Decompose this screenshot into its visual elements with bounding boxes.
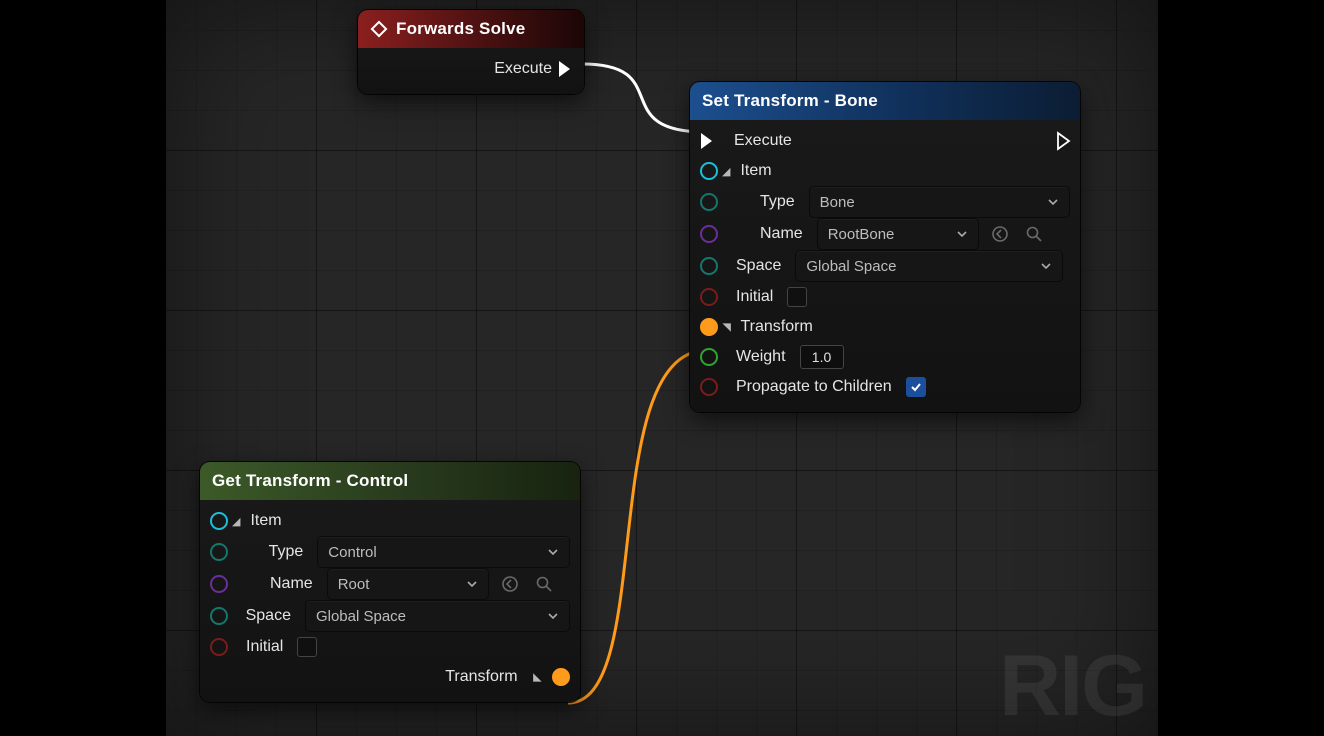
- expand-icon[interactable]: ◢: [722, 165, 730, 178]
- node-graph-canvas[interactable]: Forwards Solve Execute Set Transform - B…: [166, 0, 1158, 736]
- name-row: Name Root: [210, 568, 570, 600]
- name-label: Name: [270, 575, 313, 593]
- exec-out-row[interactable]: Execute: [368, 54, 574, 84]
- node-title: Forwards Solve: [396, 19, 525, 39]
- transform-out-row: Transform ◢: [210, 662, 570, 692]
- space-label: Space: [246, 607, 291, 625]
- type-dropdown[interactable]: Control: [317, 536, 570, 568]
- exec-out-pin[interactable]: [558, 60, 574, 78]
- collapse-icon[interactable]: ◢: [531, 673, 544, 681]
- chevron-down-icon: [1047, 196, 1059, 208]
- name-pin[interactable]: [210, 575, 228, 593]
- transform-pin[interactable]: [700, 318, 718, 336]
- type-dropdown[interactable]: Bone: [809, 186, 1070, 218]
- space-label: Space: [736, 257, 781, 275]
- node-header[interactable]: Get Transform - Control: [200, 462, 580, 500]
- nav-back-button[interactable]: [987, 221, 1013, 247]
- name-label: Name: [760, 225, 803, 243]
- weight-row: Weight 1.0: [700, 342, 1070, 372]
- expand-icon[interactable]: ◢: [720, 323, 733, 331]
- execute-label: Execute: [494, 60, 552, 78]
- propagate-pin[interactable]: [700, 378, 718, 396]
- node-set-transform-bone[interactable]: Set Transform - Bone Execute ◢ Item Ty: [690, 82, 1080, 412]
- chevron-down-icon: [547, 610, 559, 622]
- type-row: Type Control: [210, 536, 570, 568]
- chevron-down-icon: [1040, 260, 1052, 272]
- node-header[interactable]: Forwards Solve: [358, 10, 584, 48]
- propagate-checkbox[interactable]: [906, 377, 926, 397]
- name-pin[interactable]: [700, 225, 718, 243]
- chevron-down-icon: [956, 228, 968, 240]
- node-title: Get Transform - Control: [212, 471, 408, 491]
- transform-out-pin[interactable]: [552, 668, 570, 686]
- space-pin[interactable]: [700, 257, 718, 275]
- arrow-left-circle-icon: [501, 575, 519, 593]
- exec-row: Execute: [700, 126, 1070, 156]
- name-value: Root: [338, 576, 370, 593]
- transform-label: Transform: [445, 668, 517, 686]
- type-label: Type: [760, 193, 795, 211]
- initial-pin[interactable]: [210, 638, 228, 656]
- initial-checkbox[interactable]: [787, 287, 807, 307]
- space-value: Global Space: [806, 258, 896, 275]
- item-row: ◢ Item: [210, 506, 570, 536]
- chevron-down-icon: [547, 546, 559, 558]
- search-icon: [1025, 225, 1043, 243]
- item-label: Item: [250, 512, 281, 530]
- expand-icon[interactable]: ◢: [232, 515, 240, 528]
- type-value: Control: [328, 544, 376, 561]
- type-value: Bone: [820, 194, 855, 211]
- initial-row: Initial: [210, 632, 570, 662]
- exec-out-pin[interactable]: [1056, 131, 1072, 151]
- check-icon: [910, 381, 922, 393]
- name-row: Name RootBone: [700, 218, 1070, 250]
- initial-label: Initial: [246, 638, 283, 656]
- node-title: Set Transform - Bone: [702, 91, 878, 111]
- name-dropdown[interactable]: RootBone: [817, 218, 979, 250]
- transform-label: Transform: [740, 318, 812, 336]
- item-pin[interactable]: [700, 162, 718, 180]
- space-row: Space Global Space: [210, 600, 570, 632]
- node-get-transform-control[interactable]: Get Transform - Control ◢ Item Type Cont…: [200, 462, 580, 702]
- nav-back-button[interactable]: [497, 571, 523, 597]
- item-pin[interactable]: [210, 512, 228, 530]
- transform-row: ◢ Transform: [700, 312, 1070, 342]
- space-row: Space Global Space: [700, 250, 1070, 282]
- space-pin[interactable]: [210, 607, 228, 625]
- space-dropdown[interactable]: Global Space: [305, 600, 570, 632]
- space-value: Global Space: [316, 608, 406, 625]
- name-value: RootBone: [828, 226, 895, 243]
- initial-label: Initial: [736, 288, 773, 306]
- weight-input[interactable]: 1.0: [800, 345, 844, 369]
- chevron-down-icon: [466, 578, 478, 590]
- watermark: RIG: [999, 637, 1146, 736]
- search-icon: [535, 575, 553, 593]
- propagate-row: Propagate to Children: [700, 372, 1070, 402]
- search-button[interactable]: [531, 571, 557, 597]
- type-row: Type Bone: [700, 186, 1070, 218]
- type-pin[interactable]: [700, 193, 718, 211]
- weight-label: Weight: [736, 348, 786, 366]
- item-row: ◢ Item: [700, 156, 1070, 186]
- search-button[interactable]: [1021, 221, 1047, 247]
- space-dropdown[interactable]: Global Space: [795, 250, 1063, 282]
- type-label: Type: [269, 543, 304, 561]
- propagate-label: Propagate to Children: [736, 378, 892, 396]
- item-label: Item: [740, 162, 771, 180]
- initial-row: Initial: [700, 282, 1070, 312]
- name-dropdown[interactable]: Root: [327, 568, 489, 600]
- arrow-left-circle-icon: [991, 225, 1009, 243]
- initial-checkbox[interactable]: [297, 637, 317, 657]
- initial-pin[interactable]: [700, 288, 718, 306]
- weight-pin[interactable]: [700, 348, 718, 366]
- execute-label: Execute: [734, 132, 792, 150]
- exec-in-pin[interactable]: [700, 132, 716, 150]
- type-pin[interactable]: [210, 543, 228, 561]
- node-forwards-solve[interactable]: Forwards Solve Execute: [358, 10, 584, 94]
- diamond-icon: [370, 20, 388, 38]
- node-header[interactable]: Set Transform - Bone: [690, 82, 1080, 120]
